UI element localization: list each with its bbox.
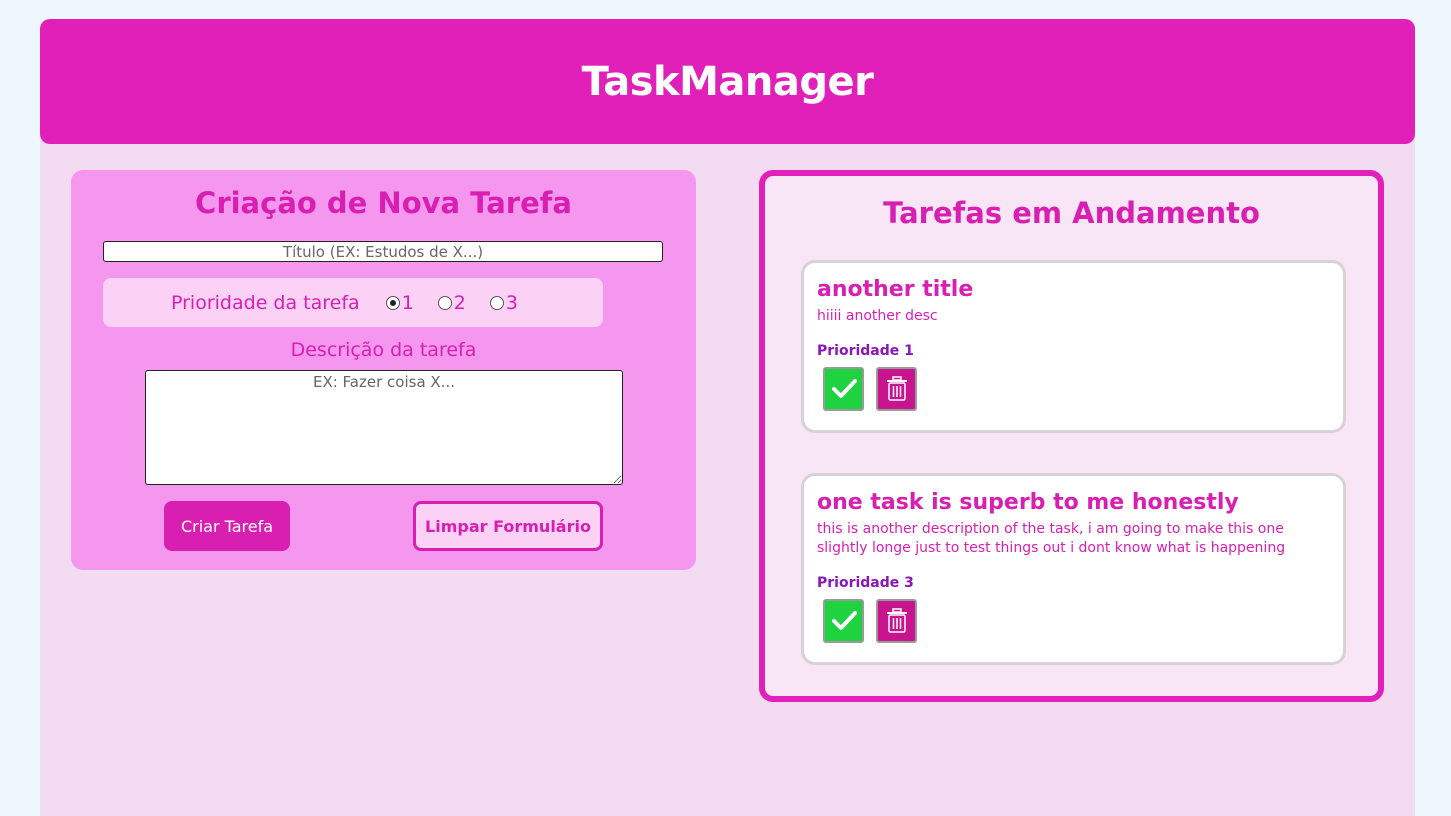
trash-icon: [886, 376, 907, 401]
tasks-in-progress-panel: Tarefas em Andamento another title hiiii…: [759, 170, 1384, 702]
task-description: hiiii another desc: [817, 308, 938, 324]
app-container: TaskManager Criação de Nova Tarefa Prior…: [40, 19, 1415, 816]
check-icon: [831, 379, 857, 398]
priority-radio-group: 1 2 3: [385, 291, 542, 314]
create-task-button[interactable]: Criar Tarefa: [164, 501, 290, 551]
app-title: TaskManager: [581, 58, 874, 105]
new-task-form: Criação de Nova Tarefa Prioridade da tar…: [71, 170, 696, 570]
delete-task-button[interactable]: [876, 599, 917, 643]
priority-label: Prioridade da tarefa: [171, 291, 360, 314]
priority-option-3[interactable]: 3: [489, 291, 518, 314]
delete-task-button[interactable]: [876, 367, 917, 411]
task-description: this is another description of the task,…: [817, 521, 1286, 556]
tasks-panel-title: Tarefas em Andamento: [883, 196, 1260, 230]
priority-option-2[interactable]: 2: [437, 291, 466, 314]
check-icon: [831, 611, 857, 630]
priority-option-label: 1: [401, 291, 414, 314]
clear-form-button[interactable]: Limpar Formulário: [413, 501, 603, 551]
trash-icon: [886, 608, 907, 633]
complete-task-button[interactable]: [823, 367, 864, 411]
radio-button[interactable]: [437, 295, 452, 310]
priority-option-label: 3: [505, 291, 518, 314]
task-title-input[interactable]: [103, 241, 663, 262]
task-card: another title hiiii another desc Priorid…: [801, 260, 1346, 433]
complete-task-button[interactable]: [823, 599, 864, 643]
form-title: Criação de Nova Tarefa: [195, 186, 572, 220]
priority-option-1[interactable]: 1: [385, 291, 414, 314]
priority-option-label: 2: [453, 291, 466, 314]
task-title: one task is superb to me honestly: [817, 490, 1239, 515]
task-description-input[interactable]: [145, 370, 623, 485]
task-actions: [823, 367, 917, 411]
task-title: another title: [817, 277, 974, 302]
priority-selector: Prioridade da tarefa 1 2 3: [103, 278, 603, 327]
description-label: Descrição da tarefa: [290, 339, 477, 361]
radio-button-checked[interactable]: [385, 295, 400, 310]
task-actions: [823, 599, 917, 643]
task-priority: Prioridade 3: [817, 575, 914, 591]
radio-button[interactable]: [489, 295, 504, 310]
task-priority: Prioridade 1: [817, 343, 914, 359]
app-header: TaskManager: [40, 19, 1415, 144]
task-card: one task is superb to me honestly this i…: [801, 473, 1346, 665]
